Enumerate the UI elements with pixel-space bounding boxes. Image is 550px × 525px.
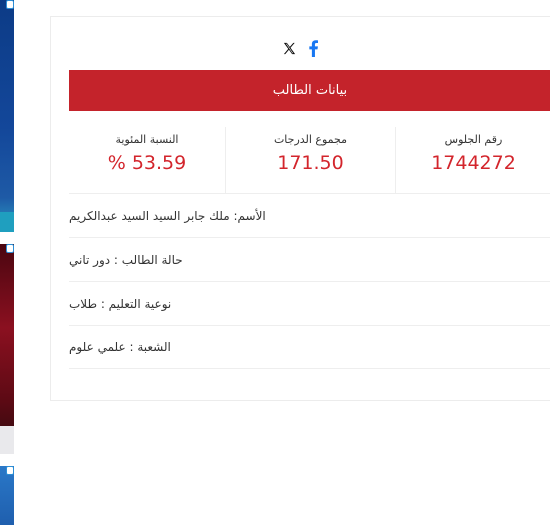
detail-row-division: الشعبة : علمي علوم	[69, 325, 550, 369]
x-icon[interactable]	[279, 37, 299, 59]
student-details: الأسم: ملك جابر السيد السيد عبدالكريم حا…	[69, 193, 550, 369]
badge-icon	[6, 466, 14, 475]
badge-icon	[6, 244, 14, 253]
thumbnail-image[interactable]	[0, 244, 14, 454]
education-type: نوعية التعليم : طلاب	[69, 296, 172, 311]
thumbnail-image[interactable]	[0, 0, 14, 232]
detail-row-status: حالة الطالب : دور تاني	[69, 237, 550, 281]
banner-title: بيانات الطالب	[272, 83, 348, 98]
total-score-stat: مجموع الدرجات 171.50	[225, 127, 395, 193]
facebook-icon[interactable]	[303, 37, 323, 59]
side-thumbnails	[0, 0, 14, 525]
stats-row: النسبة المئوية % 53.59 مجموع الدرجات 171…	[69, 127, 550, 193]
detail-row-name: الأسم: ملك جابر السيد السيد عبدالكريم	[69, 193, 550, 237]
seat-number-label: رقم الجلوس	[444, 133, 503, 146]
student-status: حالة الطالب : دور تاني	[69, 252, 183, 267]
page: بيانات الطالب النسبة المئوية % 53.59 مجم…	[0, 0, 550, 525]
thumbnail-image[interactable]	[0, 466, 14, 525]
badge-icon	[6, 0, 14, 9]
student-name: الأسم: ملك جابر السيد السيد عبدالكريم	[69, 208, 266, 223]
detail-row-education-type: نوعية التعليم : طلاب	[69, 281, 550, 325]
percentage-value: % 53.59	[107, 152, 187, 174]
seat-number-value: 1744272	[431, 152, 516, 174]
student-division: الشعبة : علمي علوم	[69, 340, 171, 354]
share-buttons	[51, 35, 550, 61]
student-data-banner: بيانات الطالب	[69, 70, 550, 111]
total-score-value: 171.50	[277, 152, 344, 174]
percentage-stat: النسبة المئوية % 53.59	[69, 127, 225, 193]
total-score-label: مجموع الدرجات	[273, 133, 348, 146]
percentage-label: النسبة المئوية	[115, 133, 179, 146]
student-result-card: بيانات الطالب النسبة المئوية % 53.59 مجم…	[50, 16, 550, 401]
seat-number-stat: رقم الجلوس 1744272	[395, 127, 550, 193]
